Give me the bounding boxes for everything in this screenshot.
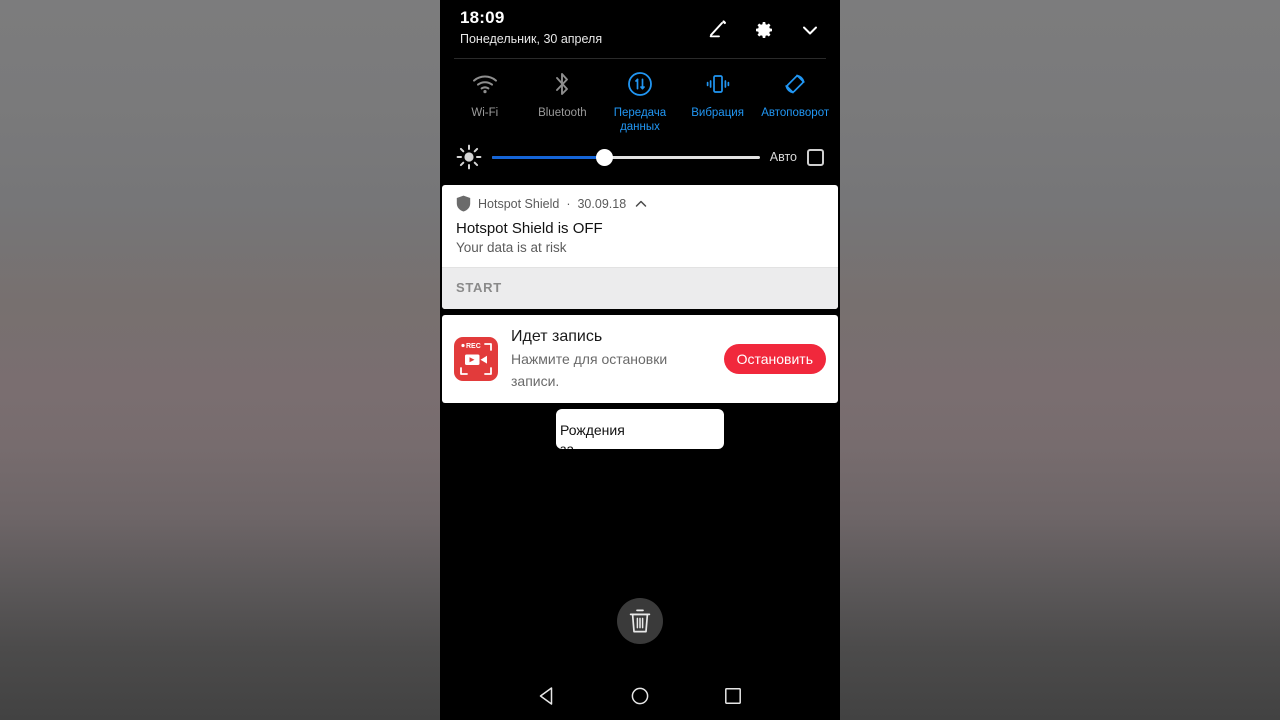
tile-data-transfer[interactable]: Передача данных [601,69,679,134]
slider-thumb[interactable] [596,148,614,166]
navigation-bar [440,672,840,720]
tile-label: Wi-Fi [471,107,499,119]
phone-screen: 18:09 Понедельник, 30 апреля Wi-Fi Bluet… [440,0,840,720]
tile-vibration[interactable]: Вибрация [679,69,757,134]
notification-clipped[interactable]: Рождения за [556,409,724,449]
notification-header: Hotspot Shield · 30.09.18 [442,185,838,212]
clipped-line-2: за [560,441,575,449]
notification-subtitle: Your data is at risk [456,240,567,255]
edit-icon[interactable] [706,18,730,42]
notification-list: Hotspot Shield · 30.09.18 Hotspot Shield… [440,185,840,449]
bluetooth-icon [547,69,577,99]
tile-label: Передача данных [613,107,667,133]
tile-label: Вибрация [691,107,744,119]
auto-brightness-label: Авто [769,150,797,164]
start-button[interactable]: START [456,280,502,295]
shield-icon [456,195,471,212]
tile-auto-rotate[interactable]: Автоповорот [756,69,834,134]
slider-fill [492,155,605,159]
quick-settings-tiles: Wi-Fi Bluetooth Передача данных Вибрация… [440,59,840,138]
chevron-up-icon[interactable] [634,197,648,211]
screen-recorder-icon: REC [454,337,498,381]
notification-timestamp: 30.09.18 [577,196,627,211]
notification-screen-recorder[interactable]: REC Идет запись Нажмите для остановки за… [442,315,838,403]
chevron-down-icon[interactable] [798,18,822,42]
tile-label: Bluetooth [538,107,587,119]
tile-bluetooth[interactable]: Bluetooth [524,69,602,134]
brightness-slider[interactable] [492,147,760,167]
notification-app-name: Hotspot Shield [478,196,560,211]
wifi-icon [470,69,500,99]
clock-block: 18:09 Понедельник, 30 апреля [460,8,706,48]
auto-brightness-checkbox[interactable] [807,148,824,166]
notification-hotspot-shield[interactable]: Hotspot Shield · 30.09.18 Hotspot Shield… [442,185,838,309]
auto-rotate-icon [780,69,810,99]
notification-clipped-wrapper: Рождения за [442,409,838,449]
brightness-icon [456,144,482,170]
gear-icon[interactable] [752,18,776,42]
clock-time: 18:09 [460,8,505,27]
tile-wifi[interactable]: Wi-Fi [446,69,524,134]
notification-title: Hotspot Shield is OFF [456,220,603,237]
recorder-subtitle: Нажмите для остановки записи. [511,351,668,389]
recorder-text-block: Идет запись Нажмите для остановки записи… [511,326,711,392]
trash-icon [629,609,651,633]
clear-all-wrapper [440,598,840,644]
clipped-line-1: Рождения [560,422,625,438]
stop-recording-button[interactable]: Остановить [723,344,826,374]
triangle-left-icon[interactable] [536,685,558,707]
vibration-icon [703,69,733,99]
circle-icon[interactable] [629,685,651,707]
notification-separator: · [566,196,571,211]
tile-label: Автоповорот [761,107,830,119]
recorder-title: Идет запись [511,328,603,345]
svg-text:REC: REC [466,343,481,350]
data-transfer-icon [625,69,655,99]
square-icon[interactable] [722,685,744,707]
header-actions [706,8,822,42]
quick-settings-header: 18:09 Понедельник, 30 апреля [440,0,840,54]
notification-actions: START [442,267,838,309]
clock-date: Понедельник, 30 апреля [460,32,603,46]
clear-all-button[interactable] [617,598,663,644]
brightness-row: Авто [440,138,840,184]
